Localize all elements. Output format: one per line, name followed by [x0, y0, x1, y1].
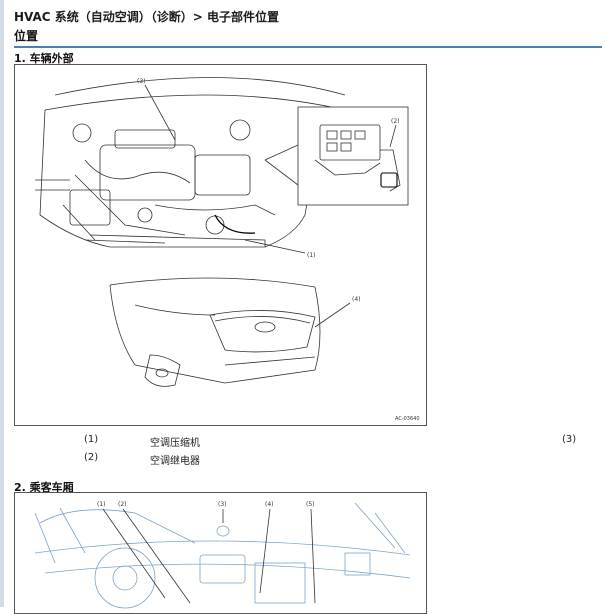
callout-2: (2)	[391, 118, 400, 125]
legend-num-2: (2)	[84, 452, 99, 463]
legend-num-3: (3)	[562, 434, 577, 445]
callout-3: (3)	[137, 78, 146, 85]
legend-name-2: 空调继电器	[150, 456, 200, 467]
cabin-callout-2: (2)	[118, 501, 127, 508]
cabin-callout-3: (3)	[218, 501, 227, 508]
engine-bay-figure: (1) (3) (2) (4) AC-03640	[14, 64, 427, 426]
breadcrumb: HVAC 系统（自动空调）（诊断）> 电子部件位置	[14, 10, 280, 24]
callout-1: (1)	[307, 252, 316, 259]
callout-4: (4)	[352, 296, 361, 303]
cabin-figure: (1) (2) (3) (4) (5)	[14, 492, 427, 614]
section-title: 位置	[14, 27, 602, 48]
legend-name-1: 空调压缩机	[150, 438, 200, 449]
legend-num-1: (1)	[84, 434, 99, 445]
left-accent-bar	[0, 0, 4, 607]
cabin-callout-5: (5)	[306, 501, 315, 508]
figure-code: AC-03640	[395, 416, 420, 422]
cabin-callout-1: (1)	[97, 501, 106, 508]
cabin-callout-4: (4)	[265, 501, 274, 508]
